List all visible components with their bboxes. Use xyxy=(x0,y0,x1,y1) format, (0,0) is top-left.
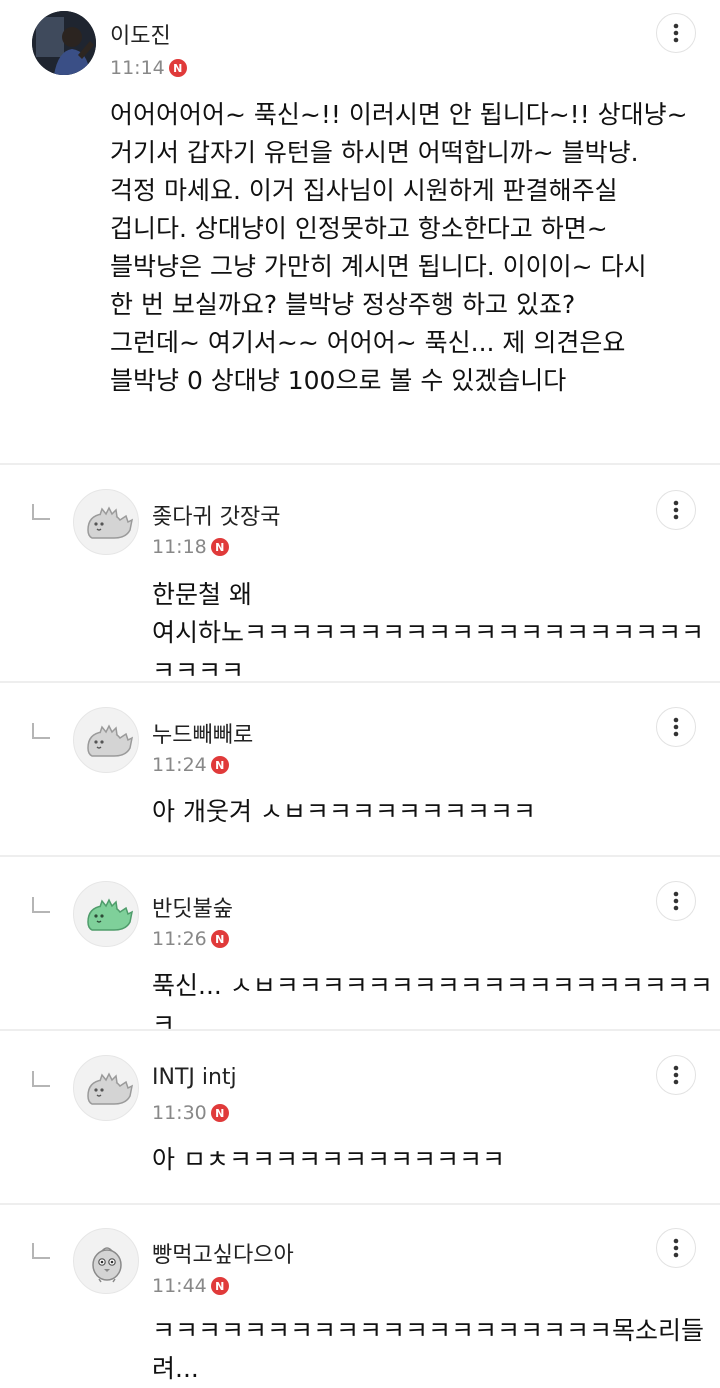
comment-author[interactable]: 이도진 xyxy=(110,18,171,50)
avatar[interactable] xyxy=(73,1055,139,1121)
comment-author[interactable]: 누드빼빼로 xyxy=(152,717,253,749)
comment-author[interactable]: 반딧불숲 xyxy=(152,891,233,923)
comment-author[interactable]: 빵먹고싶다으아 xyxy=(152,1237,294,1269)
new-badge: N xyxy=(210,1104,229,1122)
more-vertical-icon xyxy=(673,1065,679,1085)
comment-time: 11:26 xyxy=(152,928,207,950)
avatar[interactable] xyxy=(73,1228,139,1294)
chick-icon xyxy=(92,1247,122,1283)
avatar[interactable] xyxy=(32,11,96,75)
avatar[interactable] xyxy=(73,881,139,947)
more-vertical-icon xyxy=(673,891,679,911)
new-badge: N xyxy=(210,1277,229,1295)
dinosaur-icon xyxy=(87,1072,134,1105)
comment-time: 11:18 xyxy=(152,536,207,558)
reply-item: 좆다귀 갓장국 11:18 N 한문철 왜 여시하노ㅋㅋㅋㅋㅋㅋㅋㅋㅋㅋㅋㅋㅋㅋ… xyxy=(0,465,720,685)
dinosaur-icon xyxy=(87,724,134,757)
comment-text: ㅋㅋㅋㅋㅋㅋㅋㅋㅋㅋㅋㅋㅋㅋㅋㅋㅋㅋㅋㅋ목소리들려... xyxy=(152,1316,705,1383)
new-badge: N xyxy=(168,59,187,77)
more-vertical-icon xyxy=(673,1238,679,1258)
reply-indicator-icon xyxy=(32,504,50,520)
comment-meta: 11:26 N xyxy=(152,928,229,950)
more-options-button[interactable] xyxy=(656,13,696,53)
comment-author[interactable]: INTJ intj xyxy=(152,1065,237,1090)
reply-item: INTJ intj 11:30 N 아 ㅁㅊㅋㅋㅋㅋㅋㅋㅋㅋㅋㅋㅋㅋ xyxy=(0,1031,720,1203)
comment-time: 11:14 xyxy=(110,57,165,79)
reply-indicator-icon xyxy=(32,897,50,913)
comment-item: 이도진 11:14 N 어어어어어~ 푹신~!! 이러시면 안 됩니다~!! 상… xyxy=(0,0,720,464)
comment-text: 아 개웃겨 ㅅㅂㅋㅋㅋㅋㅋㅋㅋㅋㅋㅋ xyxy=(152,797,536,826)
more-vertical-icon xyxy=(673,500,679,520)
reply-item: 빵먹고싶다으아 11:44 N ㅋㅋㅋㅋㅋㅋㅋㅋㅋㅋㅋㅋㅋㅋㅋㅋㅋㅋㅋㅋ목소리들… xyxy=(0,1205,720,1383)
comment-meta: 11:18 N xyxy=(152,536,229,558)
more-options-button[interactable] xyxy=(656,1228,696,1268)
new-badge: N xyxy=(210,930,229,948)
reply-item: 반딧불숲 11:26 N 푹신... ㅅㅂㅋㅋㅋㅋㅋㅋㅋㅋㅋㅋㅋㅋㅋㅋㅋㅋㅋㅋㅋ… xyxy=(0,857,720,1038)
comment-text: 어어어어어~ 푹신~!! 이러시면 안 됩니다~!! 상대냥~ 거기서 갑자기 … xyxy=(110,100,688,395)
more-options-button[interactable] xyxy=(656,707,696,747)
avatar[interactable] xyxy=(73,707,139,773)
comment-author[interactable]: 좆다귀 갓장국 xyxy=(152,499,280,531)
reply-indicator-icon xyxy=(32,1071,50,1087)
dinosaur-icon xyxy=(87,506,134,539)
comment-meta: 11:14 N xyxy=(110,57,187,79)
comment-text: 한문철 왜 여시하노ㅋㅋㅋㅋㅋㅋㅋㅋㅋㅋㅋㅋㅋㅋㅋㅋㅋㅋㅋㅋㅋㅋㅋㅋ xyxy=(152,580,705,685)
new-badge: N xyxy=(210,538,229,556)
comment-meta: 11:44 N xyxy=(152,1275,229,1297)
reply-indicator-icon xyxy=(32,723,50,739)
comment-time: 11:30 xyxy=(152,1102,207,1124)
dinosaur-icon xyxy=(87,898,134,931)
more-vertical-icon xyxy=(673,23,679,43)
reply-item: 누드빼빼로 11:24 N 아 개웃겨 ㅅㅂㅋㅋㅋㅋㅋㅋㅋㅋㅋㅋ xyxy=(0,683,720,855)
more-options-button[interactable] xyxy=(656,1055,696,1095)
comment-time: 11:24 xyxy=(152,754,207,776)
avatar[interactable] xyxy=(73,489,139,555)
comment-time: 11:44 xyxy=(152,1275,207,1297)
more-options-button[interactable] xyxy=(656,490,696,530)
comment-meta: 11:30 N xyxy=(152,1102,229,1124)
reply-indicator-icon xyxy=(32,1243,50,1259)
comment-text: 아 ㅁㅊㅋㅋㅋㅋㅋㅋㅋㅋㅋㅋㅋㅋ xyxy=(152,1145,505,1174)
new-badge: N xyxy=(210,756,229,774)
more-vertical-icon xyxy=(673,717,679,737)
comment-meta: 11:24 N xyxy=(152,754,229,776)
more-options-button[interactable] xyxy=(656,881,696,921)
profile-photo-icon xyxy=(32,11,96,75)
